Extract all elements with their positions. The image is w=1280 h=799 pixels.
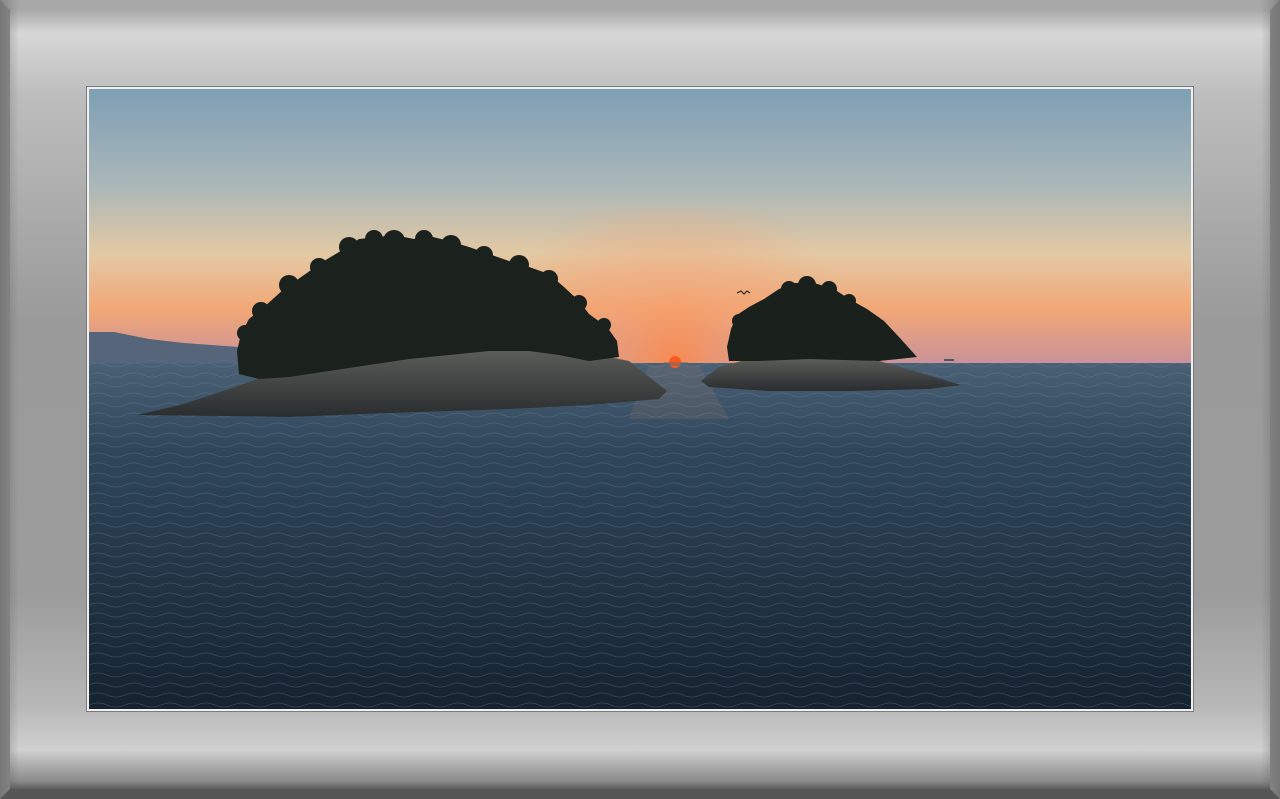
sunset-seascape-photo	[89, 89, 1191, 709]
distant-ship	[944, 359, 954, 361]
photo-mat	[87, 87, 1193, 711]
